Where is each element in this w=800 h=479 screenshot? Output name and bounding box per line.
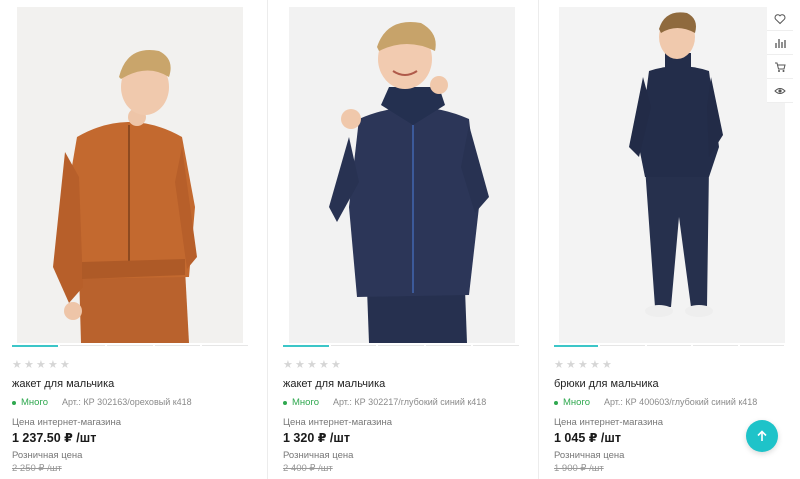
stock-dot-icon <box>283 400 287 405</box>
star-icon: ★ <box>36 359 46 371</box>
price-label: Цена интернет-магазина <box>12 417 122 428</box>
star-icon: ★ <box>24 359 34 371</box>
product-card[interactable]: ★ ★ ★ ★ ★ жакет для мальчика Много Арт.:… <box>0 0 264 479</box>
heart-icon <box>774 13 786 24</box>
article-number: Арт.: КР 400603/глубокий синий к418 <box>604 397 758 407</box>
star-icon: ★ <box>295 359 305 371</box>
star-icon: ★ <box>590 359 600 371</box>
compare-button[interactable] <box>767 31 793 55</box>
slide-dot[interactable] <box>202 345 248 346</box>
rating-stars[interactable]: ★ ★ ★ ★ ★ <box>283 359 341 371</box>
image-slider-indicator[interactable] <box>554 345 785 347</box>
product-card[interactable]: ★ ★ ★ ★ ★ брюки для мальчика Много Арт.:… <box>542 0 800 479</box>
stock-status: Много <box>554 397 590 408</box>
compare-chart-icon <box>775 38 786 48</box>
star-icon: ★ <box>554 359 564 371</box>
retail-price-value: 2 250 ₽ /шт <box>12 463 62 474</box>
add-to-favorites-button[interactable] <box>767 7 793 31</box>
retail-price-value: 2 400 ₽ /шт <box>283 463 333 474</box>
retail-price-label: Розничная цена <box>554 450 625 461</box>
stock-label: Много <box>292 397 319 408</box>
card-divider <box>538 0 539 479</box>
slide-dot[interactable] <box>107 345 153 346</box>
product-name-link[interactable]: брюки для мальчика <box>554 378 659 390</box>
stock-dot-icon <box>554 400 558 405</box>
product-name-link[interactable]: жакет для мальчика <box>12 378 114 390</box>
image-slider-indicator[interactable] <box>12 345 248 347</box>
slide-dot[interactable] <box>330 345 377 346</box>
stock-label: Много <box>563 397 590 408</box>
star-icon: ★ <box>566 359 576 371</box>
star-icon: ★ <box>602 359 612 371</box>
slide-dot[interactable] <box>283 345 329 347</box>
price-value: 1 320 ₽ /шт <box>283 431 350 445</box>
slide-dot[interactable] <box>600 345 645 346</box>
star-icon: ★ <box>319 359 329 371</box>
slide-dot[interactable] <box>473 345 519 346</box>
price-value: 1 237.50 ₽ /шт <box>12 431 97 445</box>
stock-status: Много <box>12 397 48 408</box>
star-icon: ★ <box>48 359 58 371</box>
stock-label: Много <box>21 397 48 408</box>
slide-dot[interactable] <box>378 345 424 346</box>
image-slider-indicator[interactable] <box>283 345 519 347</box>
stock-status: Много <box>283 397 319 408</box>
cart-icon <box>775 62 786 72</box>
product-photo[interactable] <box>17 7 243 343</box>
add-to-cart-button[interactable] <box>767 55 793 79</box>
quick-view-button[interactable] <box>767 79 793 103</box>
card-divider <box>267 0 268 479</box>
star-icon: ★ <box>283 359 293 371</box>
slide-dot[interactable] <box>425 345 472 346</box>
stock-dot-icon <box>12 400 16 405</box>
article-number: Арт.: КР 302217/глубокий синий к418 <box>333 397 487 407</box>
product-photo[interactable] <box>289 7 515 343</box>
price-value: 1 045 ₽ /шт <box>554 431 621 445</box>
slide-dot[interactable] <box>646 345 692 346</box>
rating-stars[interactable]: ★ ★ ★ ★ ★ <box>12 359 70 371</box>
slide-dot[interactable] <box>154 345 201 346</box>
slide-dot[interactable] <box>59 345 106 346</box>
retail-price-value: 1 900 ₽ /шт <box>554 463 604 474</box>
product-actions-bar <box>767 7 793 103</box>
slide-dot[interactable] <box>693 345 738 346</box>
eye-icon <box>774 87 786 94</box>
slide-dot[interactable] <box>554 345 599 347</box>
price-label: Цена интернет-магазина <box>283 417 393 428</box>
product-photo[interactable] <box>559 7 785 343</box>
product-grid: ★ ★ ★ ★ ★ жакет для мальчика Много Арт.:… <box>0 0 800 479</box>
star-icon: ★ <box>331 359 341 371</box>
product-card[interactable]: ★ ★ ★ ★ ★ жакет для мальчика Много Арт.:… <box>271 0 535 479</box>
slide-dot[interactable] <box>12 345 58 347</box>
scroll-to-top-button[interactable] <box>746 420 778 452</box>
rating-stars[interactable]: ★ ★ ★ ★ ★ <box>554 359 612 371</box>
star-icon: ★ <box>60 359 70 371</box>
retail-price-label: Розничная цена <box>12 450 83 461</box>
arrow-up-icon <box>757 430 767 441</box>
star-icon: ★ <box>307 359 317 371</box>
article-number: Арт.: КР 302163/ореховый к418 <box>62 397 192 407</box>
retail-price-label: Розничная цена <box>283 450 354 461</box>
star-icon: ★ <box>12 359 22 371</box>
slide-dot[interactable] <box>739 345 785 346</box>
price-label: Цена интернет-магазина <box>554 417 664 428</box>
star-icon: ★ <box>578 359 588 371</box>
product-name-link[interactable]: жакет для мальчика <box>283 378 385 390</box>
